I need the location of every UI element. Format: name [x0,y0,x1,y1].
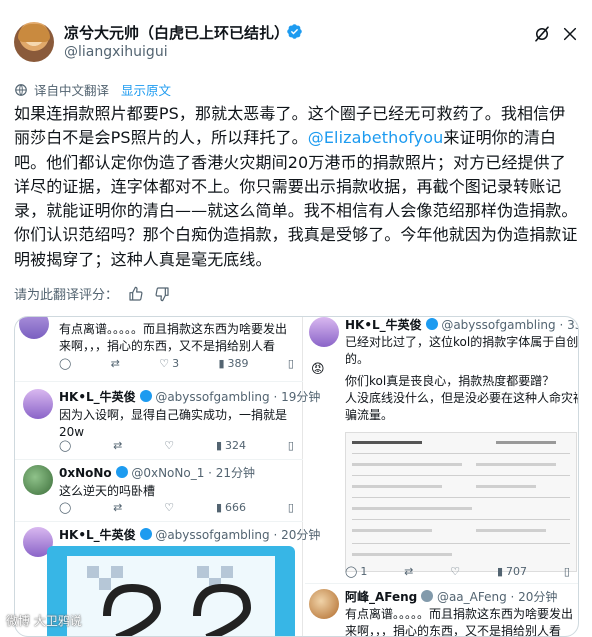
reply-text-line: 骗流量。 [345,408,394,422]
avatar [23,465,53,495]
reply-text-line: 的。 [345,352,370,366]
verified-badge-icon [287,24,302,39]
like-icon[interactable]: ♡ 3 [159,357,179,370]
reply-text-line: 来啊，，，捐心的东西，又不是捐给别人看 [345,624,562,637]
action-bar: ◯ ⇄ ♡ ▮ 324 ▯ [59,439,294,452]
bookmark-icon[interactable]: ▯ [288,501,294,514]
reply-text-line: 有点离谱。。。。。而且捐款这东西为啥要发出 [59,322,288,336]
reply-text-line: 这么逆天的吗卧槽 [59,484,156,498]
emoji-icon: 😡 [311,362,325,377]
reply-handle: @abyssofgambling · 20分钟 [155,528,321,542]
reply-text-line: 因为入设啊，显得自己确实成功，一捐就是 [59,408,288,422]
bookmark-icon[interactable]: ▯ [288,439,294,452]
avatar [309,589,339,619]
retweet-icon[interactable]: ⇄ [111,357,120,370]
reply-text-line: 来啊，，，捐心的东西，又不是捐给别人看 [59,339,276,353]
like-icon[interactable]: ♡ [450,565,460,578]
translation-row: 译自中文翻译 显示原文 [14,80,171,99]
reply-icon[interactable]: ◯ [59,357,71,370]
translation-rating: 请为此翻译评分： [14,284,170,303]
like-icon[interactable]: ♡ [164,501,174,514]
verified-badge-icon [115,466,128,478]
reply-handle: @0xNoNo_1 · 21分钟 [131,466,256,480]
bookmark-icon[interactable]: ▯ [288,357,294,370]
reply-text-line: 有点离谱。。。。。而且捐款这东西为啥要发出 [345,607,574,621]
rating-label: 请为此翻译评分： [14,288,119,303]
author-display-name[interactable]: 凉兮大元帅（白虎已上环已结扎） [64,22,289,43]
attached-image[interactable]: 有点离谱。。。。。而且捐款这东西为啥要发出 来啊，，，捐心的东西，又不是捐给别人… [14,316,579,637]
reply-handle: @abyssofgambling · 19分钟 [155,390,321,404]
verified-badge-icon [421,590,434,602]
reply-icon[interactable]: ◯ [59,439,71,452]
verified-badge-icon [139,390,152,402]
reply-author-name: HK•L_牛英俊 [59,390,136,404]
thumbs-down-icon[interactable] [154,286,170,302]
action-bar: ◯ ⇄ ♡ 3 ▮ 389 ▯ [59,357,294,370]
reply-text-line: 人没底线没什么，但是没必要在这种人命灾祸上 [345,391,579,405]
views-icon[interactable]: ▮ 666 [216,501,246,514]
mention-link[interactable]: @Elizabethofyou [308,128,444,147]
author-handle[interactable]: @liangxihuigui [64,44,168,60]
reply-handle: @aa_AFeng · 20分钟 [436,590,558,604]
reply-text-line: 你们kol真是丧良心，捐款热度都要蹭？ [345,374,555,388]
reply-author-name: 0xNoNo [59,466,112,480]
translate-icon [15,83,27,96]
avatar [19,317,49,339]
like-icon[interactable]: ♡ [164,439,174,452]
translation-note: 译自中文翻译 [34,83,110,98]
avatar [309,317,339,347]
close-icon[interactable] [560,24,580,44]
reply-author-name: 阿峰_AFeng [345,590,418,604]
tweet-text: 如果连捐款照片都要PS，那就太恶毒了。这个圈子已经无可救药了。我相信伊丽莎白不是… [14,102,580,272]
retweet-icon[interactable]: ⇄ [113,501,122,514]
author-avatar[interactable] [14,22,54,62]
attached-photo [47,546,295,636]
action-bar: ◯ 1 ⇄ ♡ ▮ 707 ▯ [345,565,570,578]
tweet-text-after: 来证明你的清白吧。他们都认定你伪造了香港火灾期间20万港币的捐款照片；对方已经提… [14,128,578,269]
show-original-link[interactable]: 显示原文 [121,80,171,99]
bookmark-icon[interactable]: ▯ [564,565,570,578]
grok-icon[interactable] [532,24,552,44]
retweet-icon[interactable]: ⇄ [113,439,122,452]
verified-badge-icon [425,318,438,330]
screenshot-right-panel: HK•L_牛英俊 @abyssofgambling · 35分钟 已经对比过了，… [305,317,579,637]
donation-document-image [345,432,577,572]
retweet-icon[interactable]: ⇄ [404,565,413,578]
views-icon[interactable]: ▮ 389 [218,357,248,370]
avatar [23,389,53,419]
thumbs-up-icon[interactable] [128,286,144,302]
views-icon[interactable]: ▮ 707 [497,565,527,578]
reply-text-line: 已经对比过了，这位kol的捐款字体属于自创 [345,335,579,349]
screenshot-left-panel: 有点离谱。。。。。而且捐款这东西为啥要发出 来啊，，，捐心的东西，又不是捐给别人… [15,317,320,636]
reply-icon[interactable]: ◯ 1 [345,565,367,578]
watermark: 微博 大卫鸦说 [6,614,82,628]
action-bar: ◯ ⇄ ♡ ▮ 666 ▯ [59,501,294,514]
reply-handle: @abyssofgambling · 35分钟 [441,318,578,332]
reply-author-name: HK•L_牛英俊 [345,318,422,332]
reply-author-name: HK•L_牛英俊 [59,528,136,542]
verified-badge-icon [139,528,152,540]
reply-icon[interactable]: ◯ [59,501,71,514]
views-icon[interactable]: ▮ 324 [216,439,246,452]
